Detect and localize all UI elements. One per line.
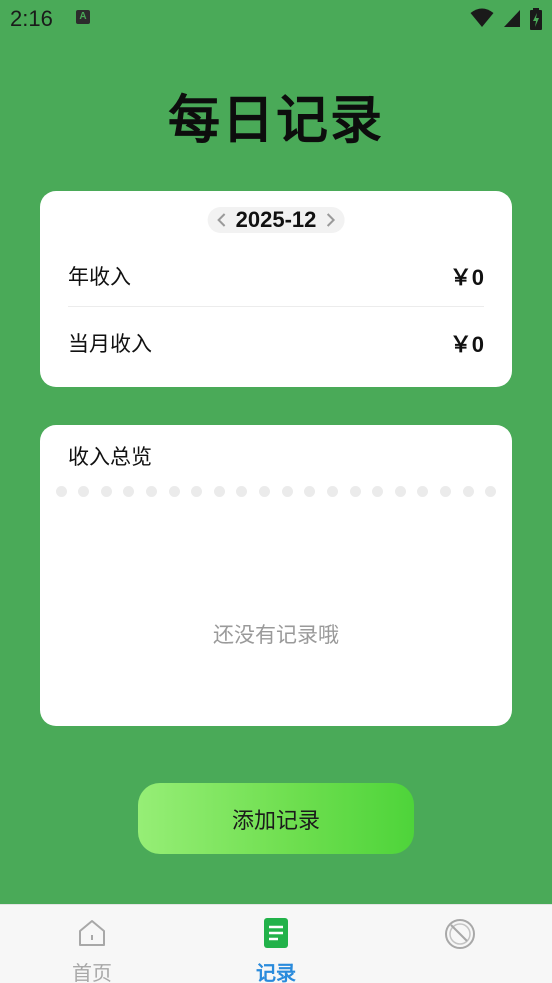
month-picker: 2025-12 — [207, 207, 345, 233]
year-income-row: 年收入 ￥0 — [68, 245, 484, 307]
bottom-tab-bar: 首页 记录 — [0, 904, 552, 983]
tab-records[interactable]: 记录 — [184, 905, 368, 983]
chevron-right-icon[interactable] — [320, 210, 340, 230]
income-overview-card: 收入总览 还没有记录哦 — [40, 425, 512, 726]
battery-icon — [530, 8, 542, 30]
wifi-icon — [470, 8, 494, 27]
empty-state-text: 还没有记录哦 — [213, 623, 339, 647]
add-record-button[interactable]: 添加记录 — [138, 783, 414, 854]
month-value[interactable]: 2025-12 — [232, 207, 321, 233]
month-income-label: 当月收入 — [68, 332, 152, 356]
income-summary-card: 2025-12 年收入 ￥0 当月收入 ￥0 — [40, 191, 512, 387]
month-income-value: ￥0 — [449, 332, 484, 357]
overview-title: 收入总览 — [68, 445, 152, 469]
tab-records-label: 记录 — [256, 961, 296, 983]
tab-dial[interactable] — [368, 905, 552, 983]
status-time: 2:16 — [10, 6, 53, 31]
tab-home-label: 首页 — [72, 961, 112, 983]
dotted-divider — [40, 485, 512, 497]
status-bar: 2:16 A — [0, 0, 552, 38]
month-income-row: 当月收入 ￥0 — [68, 312, 484, 374]
notification-icon: A — [76, 10, 90, 24]
year-income-label: 年收入 — [68, 264, 131, 289]
signal-icon — [503, 10, 520, 27]
page-title: 每日记录 — [167, 91, 384, 151]
dial-icon — [443, 917, 477, 949]
year-income-value: ￥0 — [449, 264, 484, 290]
document-icon — [263, 917, 289, 949]
status-icons — [466, 8, 542, 30]
chevron-left-icon[interactable] — [212, 210, 232, 230]
tab-home[interactable]: 首页 — [0, 905, 184, 983]
home-icon — [76, 917, 108, 949]
